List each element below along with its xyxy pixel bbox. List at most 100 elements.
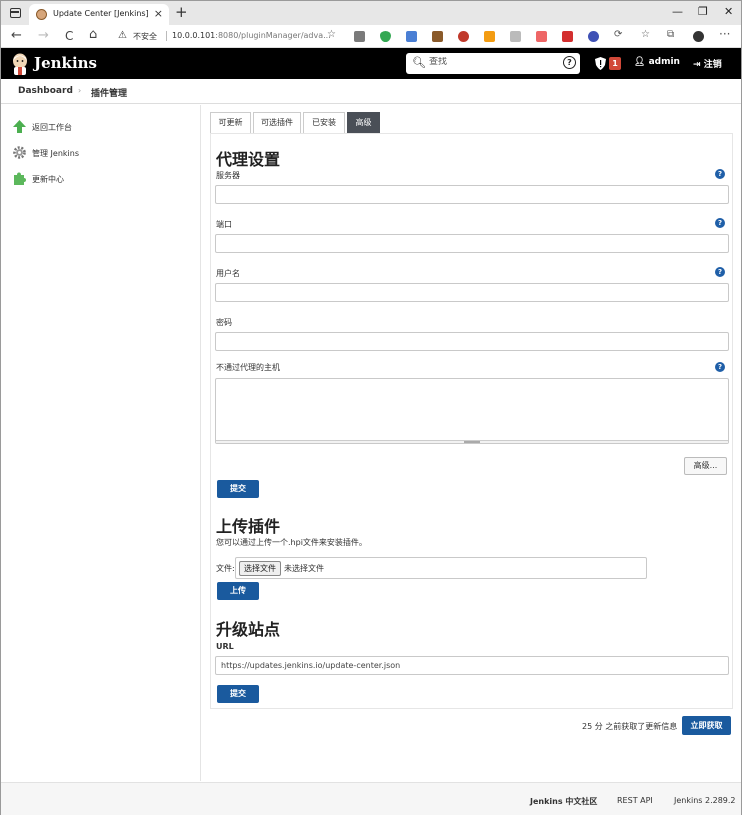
port-input[interactable] — [215, 234, 729, 253]
up-arrow-icon — [13, 120, 26, 133]
home-button[interactable]: ⌂ — [89, 27, 97, 42]
window-menu-icon[interactable] — [10, 8, 21, 18]
tab-updates[interactable]: 可更新 — [210, 112, 251, 133]
extension-blue-icon[interactable] — [588, 31, 599, 42]
rest-api-link[interactable]: REST API — [617, 796, 653, 805]
footer: Jenkins 中文社区 REST API Jenkins 2.289.2 — [1, 782, 741, 815]
extension-1-icon[interactable] — [354, 31, 365, 42]
search-help-icon[interactable]: ? — [563, 56, 576, 69]
choose-file-button[interactable]: 选择文件 — [239, 561, 281, 576]
tab-available[interactable]: 可选插件 — [253, 112, 301, 133]
warning-icon: ⚠ — [118, 30, 127, 41]
file-label: 文件: — [216, 564, 235, 573]
server-input[interactable] — [215, 185, 729, 204]
no-proxy-hosts-label: 不通过代理的主机 — [216, 363, 280, 372]
username-help-icon[interactable]: ? — [715, 267, 725, 277]
extension-grey-icon[interactable] — [510, 31, 521, 42]
tab-close-icon[interactable]: × — [154, 7, 163, 20]
search-input[interactable] — [429, 57, 559, 67]
extension-orange-icon[interactable] — [484, 31, 495, 42]
server-help-icon[interactable]: ? — [715, 169, 725, 179]
jenkins-header: Jenkins 🔍︎ ? 1 👤︎ admin ⇥ 注销 — [1, 48, 741, 79]
extension-translate-icon[interactable] — [406, 31, 417, 42]
last-fetch-info: 25 分 之前获取了更新信息 — [582, 722, 678, 731]
address-divider — [166, 31, 167, 41]
breadcrumb-dashboard[interactable]: Dashboard — [18, 86, 73, 96]
read-aloud-icon[interactable]: ☆ — [327, 29, 336, 40]
address-url: 10.0.0.101:8080/pluginManager/adva... — [172, 31, 331, 40]
security-shield-icon[interactable] — [595, 57, 606, 70]
back-button[interactable]: ← — [11, 28, 22, 43]
extension-pdf-icon[interactable] — [562, 31, 573, 42]
port-label: 端口 — [216, 220, 232, 229]
advanced-panel: 代理设置 服务器 ? 端口 ? 用户名 ? 密码 不通过代理的主机 ? 高级..… — [210, 133, 733, 709]
sidebar: 返回工作台 管理 Jenkins 更新中心 — [1, 105, 201, 781]
breadcrumb-plugin-manager[interactable]: 插件管理 — [91, 86, 127, 99]
proxy-submit-button[interactable]: 提交 — [217, 480, 259, 498]
browser-toolbar: ← → C ⌂ ⚠ 不安全 10.0.0.101:8080/pluginMana… — [1, 25, 741, 48]
user-link[interactable]: 👤︎ admin — [634, 57, 680, 67]
tab-installed[interactable]: 已安装 — [303, 112, 345, 133]
forward-button[interactable]: → — [38, 28, 49, 43]
update-site-submit-button[interactable]: 提交 — [217, 685, 259, 703]
port-help-icon[interactable]: ? — [715, 218, 725, 228]
tab-title: Update Center [Jenkins] — [53, 9, 149, 18]
puzzle-icon — [14, 172, 26, 185]
extension-jenkins-icon[interactable] — [432, 31, 443, 42]
search-box[interactable]: 🔍︎ ? — [406, 53, 580, 74]
new-tab-button[interactable]: + — [175, 3, 188, 21]
user-icon: 👤︎ — [634, 57, 649, 67]
sidebar-item-label: 更新中心 — [32, 175, 64, 184]
address-bar[interactable]: ⚠ 不安全 10.0.0.101:8080/pluginManager/adva… — [114, 27, 346, 45]
collections-icon[interactable]: ⧉ — [667, 29, 674, 40]
server-label: 服务器 — [216, 171, 240, 180]
close-window-button[interactable]: ✕ — [724, 5, 733, 18]
textarea-resize-handle[interactable] — [216, 440, 728, 443]
sidebar-item-label: 返回工作台 — [32, 123, 72, 132]
extension-pink-icon[interactable] — [536, 31, 547, 42]
minimize-button[interactable]: — — [672, 5, 683, 18]
check-now-button[interactable]: 立即获取 — [682, 716, 731, 735]
extension-red-icon[interactable] — [458, 31, 469, 42]
jenkins-favicon-icon — [36, 9, 47, 20]
upload-heading: 上传插件 — [216, 517, 281, 536]
version-link[interactable]: Jenkins 2.289.2 — [674, 796, 736, 805]
alert-count-badge[interactable]: 1 — [609, 57, 621, 70]
maximize-button[interactable]: ❐ — [698, 5, 708, 18]
username-input[interactable] — [215, 283, 729, 302]
reload-button[interactable]: C — [65, 29, 73, 43]
breadcrumb: Dashboard › 插件管理 — [1, 79, 741, 104]
browser-window: Update Center [Jenkins] × + — ❐ ✕ ← → C … — [0, 0, 742, 815]
logout-icon: ⇥ — [693, 60, 704, 70]
url-label: URL — [216, 642, 234, 651]
no-proxy-hosts-textarea[interactable] — [215, 378, 729, 444]
jenkins-title[interactable]: Jenkins — [34, 54, 97, 72]
logout-link[interactable]: ⇥ 注销 — [693, 57, 722, 70]
update-site-url-input[interactable] — [215, 656, 729, 675]
update-site-heading: 升级站点 — [216, 620, 281, 639]
upload-description: 您可以通过上传一个.hpi文件来安装插件。 — [216, 538, 367, 547]
upload-button[interactable]: 上传 — [217, 582, 259, 600]
profile-avatar[interactable] — [693, 31, 704, 42]
tab-advanced[interactable]: 高级 — [347, 112, 380, 133]
browser-menu-icon[interactable]: ··· — [719, 27, 730, 41]
jenkins-logo-icon[interactable] — [11, 53, 29, 75]
username-label: 用户名 — [216, 269, 240, 278]
advanced-button[interactable]: 高级... — [684, 457, 727, 475]
breadcrumb-separator-icon: › — [78, 86, 82, 95]
sidebar-item-label: 管理 Jenkins — [32, 149, 79, 158]
user-name: admin — [648, 57, 680, 67]
file-input[interactable]: 选择文件 未选择文件 — [235, 557, 647, 579]
no-proxy-help-icon[interactable]: ? — [715, 362, 725, 372]
favorites-icon[interactable]: ☆ — [641, 29, 650, 40]
logout-label: 注销 — [703, 60, 722, 70]
community-link[interactable]: Jenkins 中文社区 — [530, 796, 597, 807]
no-file-chosen: 未选择文件 — [284, 564, 324, 573]
browser-tab-bar: Update Center [Jenkins] × + — ❐ ✕ — [1, 1, 741, 25]
extension-shield-icon[interactable] — [380, 31, 391, 42]
gear-icon — [13, 146, 26, 159]
password-input[interactable] — [215, 332, 729, 351]
extensions-icon[interactable]: ⟳ — [614, 29, 622, 40]
browser-tab[interactable]: Update Center [Jenkins] × — [29, 4, 169, 25]
search-icon: 🔍︎ — [412, 56, 426, 69]
